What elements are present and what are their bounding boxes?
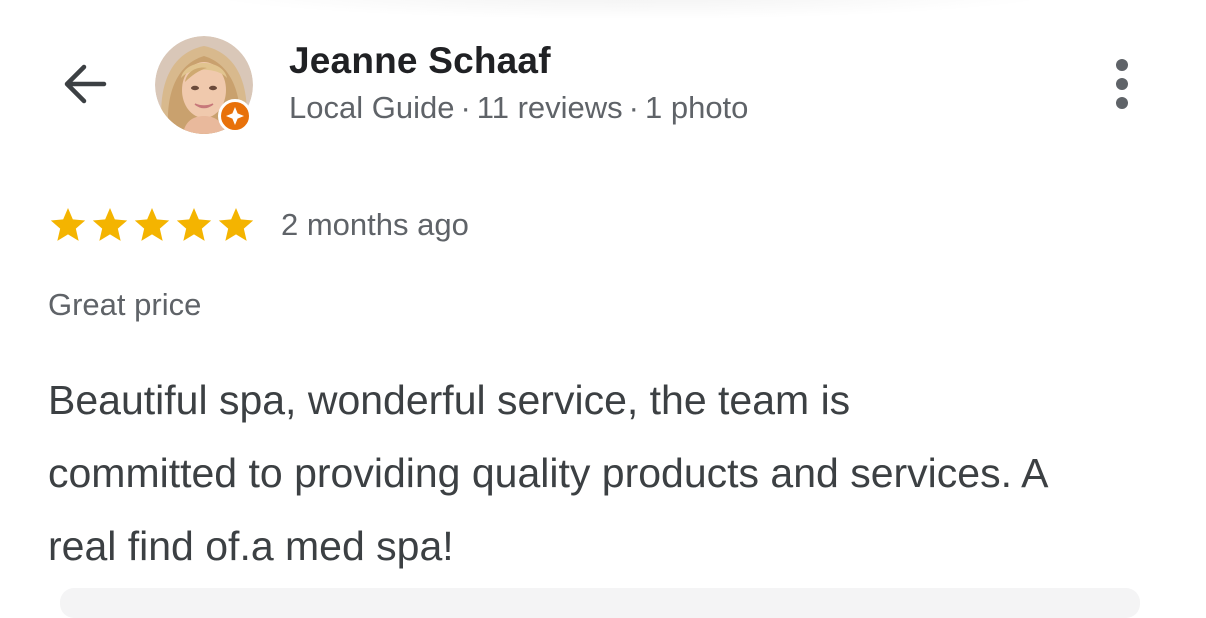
- next-card-edge: [60, 588, 1140, 618]
- arrow-back-icon: [64, 64, 107, 104]
- review-count: 11 reviews: [476, 90, 623, 125]
- review-text: Beautiful spa, wonderful service, the te…: [48, 377, 1047, 569]
- meta-separator: ·: [460, 90, 471, 125]
- rating-row: 2 months ago: [48, 203, 469, 247]
- avatar[interactable]: [155, 36, 253, 134]
- back-button[interactable]: [52, 52, 116, 116]
- star-icon: [218, 208, 254, 241]
- more-vert-icon: [1116, 59, 1128, 71]
- star-icon: [134, 208, 170, 241]
- reviewer-name[interactable]: Jeanne Schaaf: [289, 40, 551, 82]
- local-guide-label: Local Guide: [289, 90, 455, 125]
- local-guide-badge-icon: [218, 99, 252, 133]
- more-vert-icon-dot: [1116, 78, 1128, 90]
- star-icon: [92, 208, 128, 241]
- photo-count: 1 photo: [644, 90, 749, 125]
- meta-separator: ·: [628, 90, 639, 125]
- top-shadow: [180, 0, 1080, 20]
- star-icon: [176, 208, 212, 241]
- star-rating: [48, 205, 256, 245]
- review-tag: Great price: [48, 287, 202, 322]
- star-icon: [50, 208, 86, 241]
- reviewer-meta: Local Guide · 11 reviews · 1 photo: [289, 90, 748, 126]
- review-time: 2 months ago: [281, 207, 469, 242]
- more-vert-icon-dot: [1116, 97, 1128, 109]
- more-options-button[interactable]: [1098, 52, 1146, 116]
